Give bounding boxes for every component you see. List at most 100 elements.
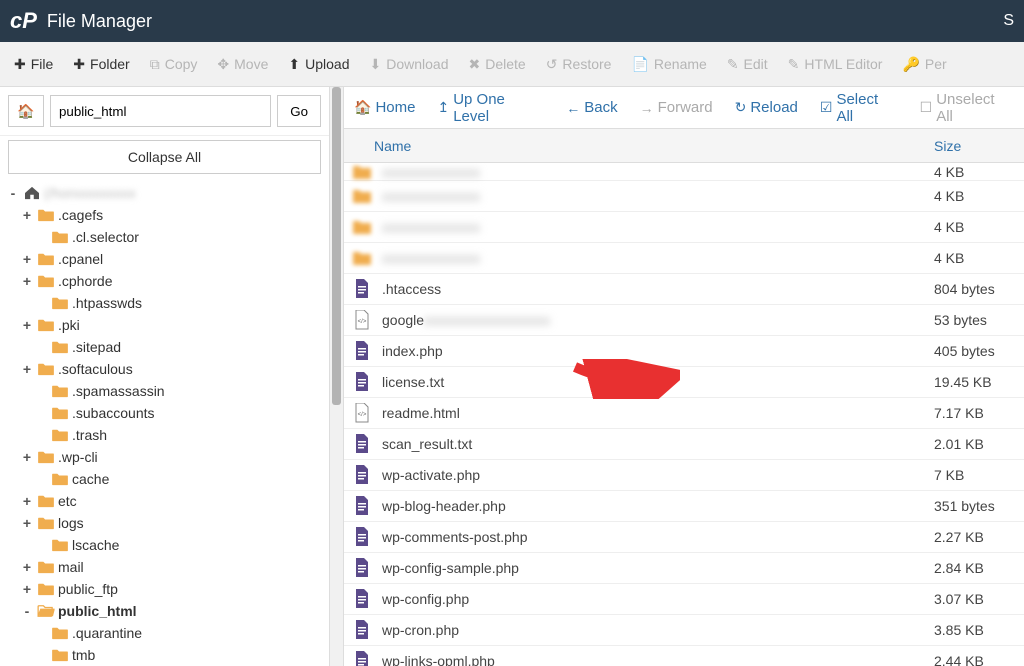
file-size: 2.44 KB <box>934 653 1024 666</box>
delete-label: Delete <box>485 56 525 72</box>
file-row[interactable]: wp-config.php3.07 KB <box>344 584 1024 615</box>
file-size: 19.45 KB <box>934 374 1024 390</box>
download-button[interactable]: ⬇Download <box>359 50 458 79</box>
column-name-header[interactable]: Name <box>344 138 934 154</box>
folder-label: Folder <box>90 56 130 72</box>
copy-icon: ⧉ <box>150 56 160 73</box>
permissions-label: Per <box>925 56 947 72</box>
tree-item[interactable]: +etc <box>6 490 329 512</box>
file-row[interactable]: xxxxxxxxxxxxxx4 KB <box>344 163 1024 181</box>
file-row[interactable]: wp-comments-post.php2.27 KB <box>344 522 1024 553</box>
file-row[interactable]: license.txt19.45 KB <box>344 367 1024 398</box>
tree-item[interactable]: +logs <box>6 512 329 534</box>
tree-label: .trash <box>72 427 107 443</box>
tree-label: tmb <box>72 647 95 663</box>
go-button[interactable]: Go <box>277 95 321 127</box>
folder-icon <box>352 186 372 206</box>
file-row[interactable]: scan_result.txt2.01 KB <box>344 429 1024 460</box>
tree-toggle-icon[interactable]: + <box>20 273 34 289</box>
path-input[interactable] <box>50 95 271 127</box>
collapse-all-button[interactable]: Collapse All <box>8 140 321 174</box>
tree-item[interactable]: .trash <box>6 424 329 446</box>
tree-toggle-icon[interactable]: + <box>20 559 34 575</box>
tree-item[interactable]: +.wp-cli <box>6 446 329 468</box>
tree-item[interactable]: +.softaculous <box>6 358 329 380</box>
edit-button[interactable]: ✎Edit <box>717 50 778 79</box>
delete-button[interactable]: ✖Delete <box>458 50 535 79</box>
home-button[interactable]: 🏠 <box>8 95 44 127</box>
tree-label: mail <box>58 559 84 575</box>
tree-item[interactable]: +.cphorde <box>6 270 329 292</box>
tree-item[interactable]: +.pki <box>6 314 329 336</box>
file-row[interactable]: index.php405 bytes <box>344 336 1024 367</box>
tree-item[interactable]: -public_html <box>6 600 329 622</box>
html-editor-button[interactable]: ✎HTML Editor <box>778 50 893 79</box>
move-button[interactable]: ✥Move <box>207 50 278 79</box>
file-row[interactable]: .htaccess804 bytes <box>344 274 1024 305</box>
tree-toggle-icon[interactable]: + <box>20 449 34 465</box>
nav-up[interactable]: ↥Up One Level <box>437 91 544 125</box>
file-row[interactable]: wp-cron.php3.85 KB <box>344 615 1024 646</box>
document-icon <box>352 651 372 666</box>
tree-item[interactable]: .cl.selector <box>6 226 329 248</box>
scrollbar-thumb[interactable] <box>332 87 341 405</box>
tree-toggle-icon[interactable]: + <box>20 251 34 267</box>
folder-icon <box>352 217 372 237</box>
nav-forward[interactable]: →Forward <box>640 99 713 116</box>
file-row[interactable]: xxxxxxxxxxxxxx4 KB <box>344 212 1024 243</box>
file-row[interactable]: wp-activate.php7 KB <box>344 460 1024 491</box>
file-row[interactable]: readme.html7.17 KB <box>344 398 1024 429</box>
tree-toggle-icon[interactable]: - <box>6 185 20 201</box>
tree-toggle-icon[interactable]: + <box>20 581 34 597</box>
file-row[interactable]: wp-blog-header.php351 bytes <box>344 491 1024 522</box>
tree-item[interactable]: .spamassassin <box>6 380 329 402</box>
tree-item[interactable]: .quarantine <box>6 622 329 644</box>
nav-home[interactable]: 🏠Home <box>354 99 415 116</box>
tree-item[interactable]: tmb <box>6 644 329 666</box>
file-button[interactable]: ✚File <box>4 50 63 79</box>
tree-toggle-icon[interactable]: + <box>20 317 34 333</box>
file-name: xxxxxxxxxxxxxx <box>382 250 934 266</box>
tree-toggle-icon[interactable]: + <box>20 493 34 509</box>
copy-button[interactable]: ⧉Copy <box>140 50 208 79</box>
file-size: 2.27 KB <box>934 529 1024 545</box>
tree-item[interactable]: +public_ftp <box>6 578 329 600</box>
file-row[interactable]: wp-links-opml.php2.44 KB <box>344 646 1024 666</box>
nav-unselect-all[interactable]: ☐Unselect All <box>920 91 1014 125</box>
right-arrow-icon: → <box>640 100 654 116</box>
tree-item[interactable]: .subaccounts <box>6 402 329 424</box>
html-file-icon <box>352 310 372 330</box>
tree-toggle-icon[interactable]: + <box>20 515 34 531</box>
permissions-button[interactable]: 🔑 Per <box>892 50 956 79</box>
key-icon: 🔑 <box>902 56 919 73</box>
tree-toggle-icon[interactable]: - <box>20 603 34 619</box>
rename-button[interactable]: 📄Rename <box>621 50 716 79</box>
rename-label: Rename <box>654 56 707 72</box>
tree-item[interactable]: lscache <box>6 534 329 556</box>
tree-item[interactable]: + mail <box>6 556 329 578</box>
left-panel: 🏠 Go Collapse All -(/horxxxxxxxxx+.cagef… <box>0 87 330 666</box>
tree-item[interactable]: +.cagefs <box>6 204 329 226</box>
nav-select-all[interactable]: ☑Select All <box>820 91 898 125</box>
file-name: wp-cron.php <box>382 622 934 638</box>
tree-toggle-icon[interactable]: + <box>20 361 34 377</box>
tree-item[interactable]: -(/horxxxxxxxxx <box>6 182 329 204</box>
tree-item[interactable]: .sitepad <box>6 336 329 358</box>
restore-button[interactable]: ↺Restore <box>536 50 622 79</box>
nav-back[interactable]: ←Back <box>566 99 617 116</box>
file-row[interactable]: googlexxxxxxxxxxxxxxxxxx53 bytes <box>344 305 1024 336</box>
tree-toggle-icon[interactable]: + <box>20 207 34 223</box>
folder-button[interactable]: ✚Folder <box>63 50 139 79</box>
scrollbar-track[interactable] <box>330 87 344 666</box>
reload-icon: ↻ <box>735 99 747 116</box>
file-row[interactable]: xxxxxxxxxxxxxx4 KB <box>344 243 1024 274</box>
nav-reload[interactable]: ↻Reload <box>735 99 798 116</box>
tree-item[interactable]: cache <box>6 468 329 490</box>
tree-item[interactable]: +.cpanel <box>6 248 329 270</box>
upload-button[interactable]: ⬆Upload <box>278 50 359 79</box>
file-row[interactable]: wp-config-sample.php2.84 KB <box>344 553 1024 584</box>
column-size-header[interactable]: Size <box>934 138 1024 154</box>
folder-icon <box>51 648 69 662</box>
tree-item[interactable]: .htpasswds <box>6 292 329 314</box>
file-row[interactable]: xxxxxxxxxxxxxx4 KB <box>344 181 1024 212</box>
